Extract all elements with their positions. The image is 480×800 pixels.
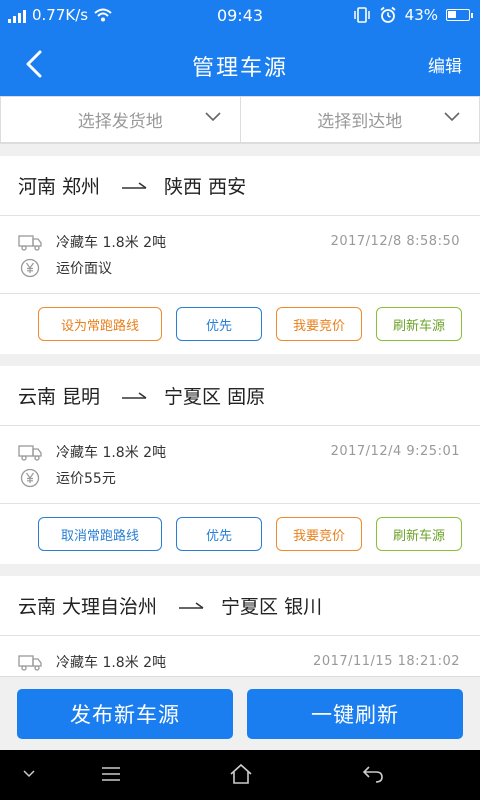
home-icon[interactable] xyxy=(229,763,253,785)
page-title: 管理车源 xyxy=(191,56,288,81)
bottom-action-bar: 发布新车源 一键刷新 xyxy=(0,676,480,750)
dest-select[interactable]: 选择到达地 xyxy=(240,96,480,143)
system-nav-bar xyxy=(0,750,480,800)
listing-card: 河南 郑州 陕西 西安 冷藏车 1.8米 2吨 运价面议 2017/12/8 8… xyxy=(0,156,480,354)
truck-icon xyxy=(18,652,42,672)
listing-info: 冷藏车 1.8米 2吨 运价面议 2017/12/8 8:58:50 xyxy=(0,216,480,294)
listing-time: 2017/12/4 9:25:01 xyxy=(330,444,460,459)
route-origin: 云南 昆明 xyxy=(18,386,101,408)
listing-actions: 设为常跑路线 优先 我要竞价 刷新车源 xyxy=(0,294,480,354)
origin-select[interactable]: 选择发货地 xyxy=(0,96,241,143)
price-row: 运价面议 xyxy=(18,258,112,278)
route: 云南 昆明 宁夏区 固原 xyxy=(0,366,480,426)
battery-icon xyxy=(446,9,473,21)
truck-icon xyxy=(18,442,42,462)
listing-card: 云南 昆明 宁夏区 固原 冷藏车 1.8米 2吨 运价55元 2017/12/4… xyxy=(0,366,480,564)
vehicle-row: 冷藏车 1.8米 2吨 xyxy=(18,232,166,252)
truck-icon xyxy=(18,232,42,252)
route-arrow-icon xyxy=(179,601,204,609)
refresh-all-button[interactable]: 一键刷新 xyxy=(247,689,463,739)
chevron-down-icon xyxy=(444,112,460,122)
back-icon[interactable] xyxy=(361,763,385,785)
route: 云南 大理自治州 宁夏区 银川 xyxy=(0,576,480,636)
vibrate-icon xyxy=(353,7,370,23)
route-dest: 宁夏区 银川 xyxy=(221,596,323,618)
vehicle-spec: 冷藏车 1.8米 2吨 xyxy=(56,655,167,671)
alarm-icon xyxy=(380,6,396,23)
priority-button[interactable]: 优先 xyxy=(176,307,262,341)
bid-button[interactable]: 我要竞价 xyxy=(276,307,362,341)
listing-card: 云南 大理自治州 宁夏区 银川 冷藏车 1.8米 2吨 2017/11/15 1… xyxy=(0,576,480,686)
route-dest: 陕西 西安 xyxy=(164,176,247,198)
route: 河南 郑州 陕西 西安 xyxy=(0,156,480,216)
status-bar: 0.77K/s 09:43 43% xyxy=(0,0,480,32)
listing-time: 2017/12/8 8:58:50 xyxy=(330,234,460,249)
menu-icon[interactable] xyxy=(100,763,122,785)
battery-level xyxy=(448,11,456,18)
chevron-down-icon[interactable] xyxy=(22,769,36,779)
yen-icon xyxy=(18,468,42,488)
listing-info: 冷藏车 1.8米 2吨 运价55元 2017/12/4 9:25:01 xyxy=(0,426,480,504)
listing-time: 2017/11/15 18:21:02 xyxy=(313,654,460,669)
refresh-listing-button[interactable]: 刷新车源 xyxy=(376,517,462,551)
status-right: 43% xyxy=(353,6,473,24)
cancel-frequent-route-button[interactable]: 取消常跑路线 xyxy=(38,517,162,551)
listing-list[interactable]: 河南 郑州 陕西 西安 冷藏车 1.8米 2吨 运价面议 2017/12/8 8… xyxy=(0,144,480,686)
route-origin: 云南 大理自治州 xyxy=(18,596,158,618)
refresh-listing-button[interactable]: 刷新车源 xyxy=(376,307,462,341)
chevron-down-icon xyxy=(204,112,221,122)
vehicle-row: 冷藏车 1.8米 2吨 xyxy=(18,652,166,672)
price-text: 运价面议 xyxy=(56,261,112,277)
listing-actions: 取消常跑路线 优先 我要竞价 刷新车源 xyxy=(0,504,480,564)
price-row: 运价55元 xyxy=(18,468,116,488)
edit-button[interactable]: 编辑 xyxy=(428,52,462,77)
price-text: 运价55元 xyxy=(56,471,116,487)
yen-icon xyxy=(18,258,42,278)
bid-button[interactable]: 我要竞价 xyxy=(276,517,362,551)
vehicle-spec: 冷藏车 1.8米 2吨 xyxy=(56,235,167,251)
vehicle-row: 冷藏车 1.8米 2吨 xyxy=(18,442,166,462)
priority-button[interactable]: 优先 xyxy=(176,517,262,551)
vehicle-spec: 冷藏车 1.8米 2吨 xyxy=(56,445,167,461)
set-frequent-route-button[interactable]: 设为常跑路线 xyxy=(38,307,162,341)
route-arrow-icon xyxy=(122,391,147,399)
nav-bar: 管理车源 编辑 xyxy=(0,32,480,96)
origin-select-label: 选择发货地 xyxy=(77,112,163,132)
location-filters: 选择发货地 选择到达地 xyxy=(0,96,480,144)
route-dest: 宁夏区 固原 xyxy=(164,386,266,408)
battery-percent: 43% xyxy=(404,6,438,24)
route-arrow-icon xyxy=(122,181,147,189)
route-origin: 河南 郑州 xyxy=(18,176,101,198)
dest-select-label: 选择到达地 xyxy=(317,112,403,132)
publish-listing-button[interactable]: 发布新车源 xyxy=(17,689,233,739)
